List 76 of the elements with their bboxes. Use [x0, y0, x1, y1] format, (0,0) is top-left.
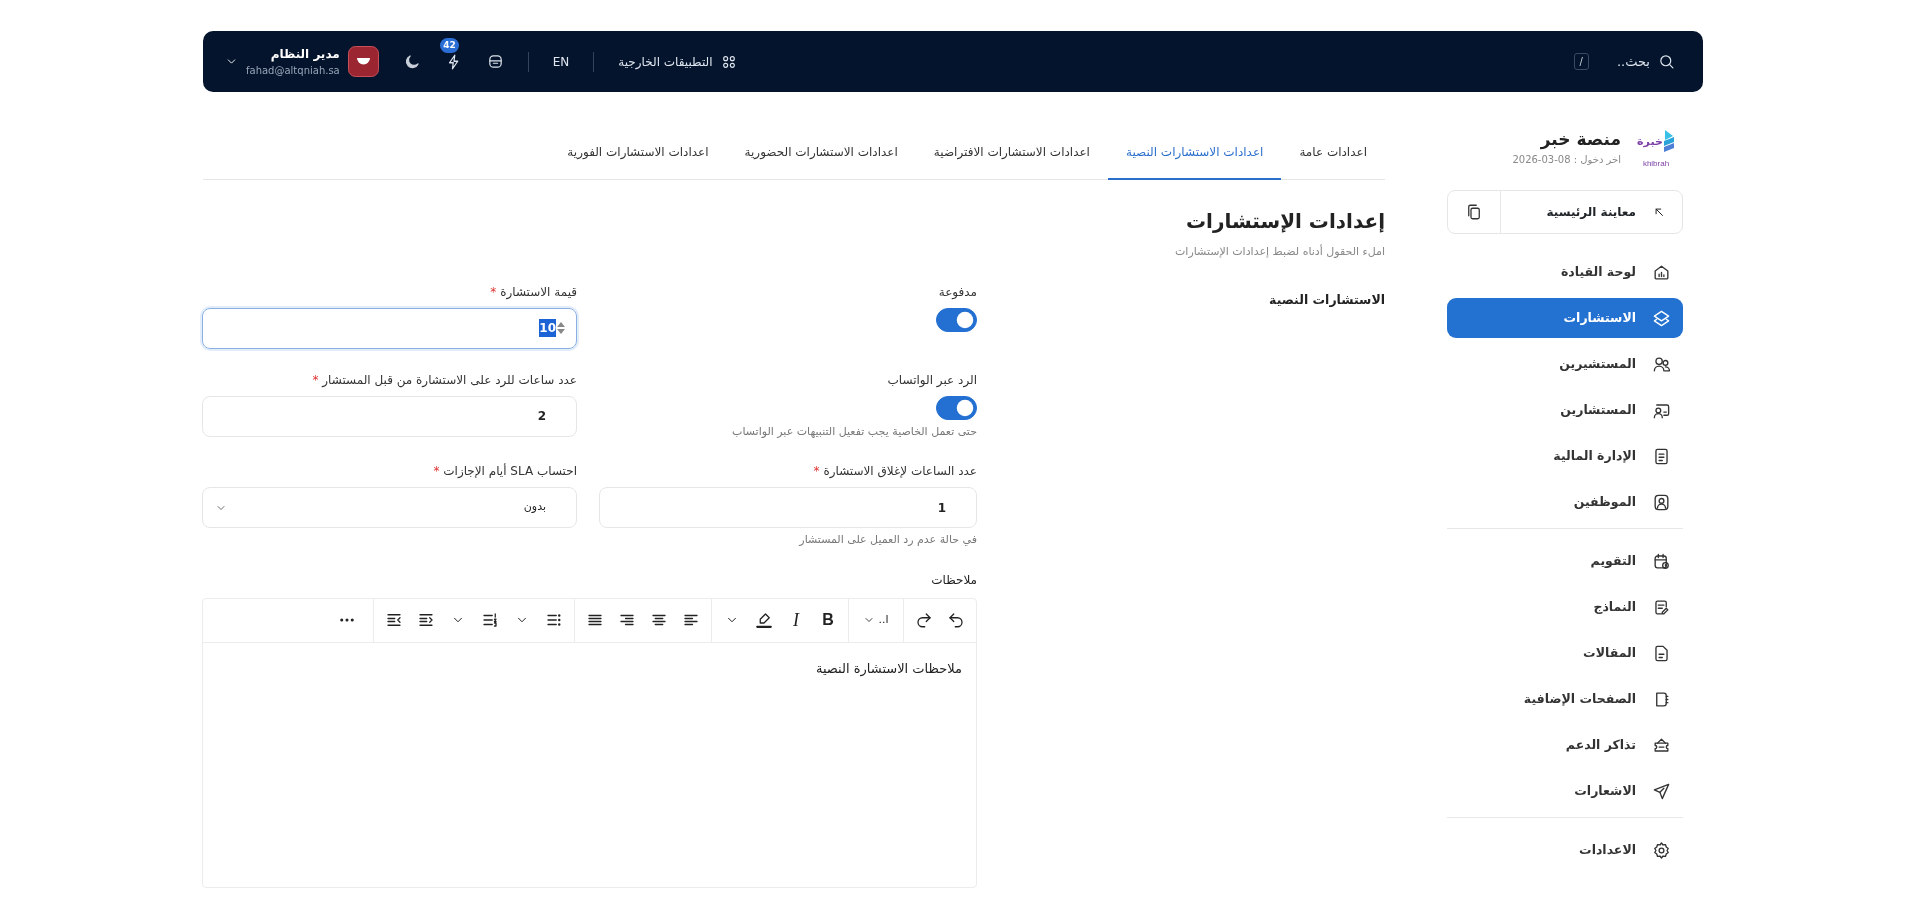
section-label: الاستشارات النصية [1268, 290, 1385, 309]
settings-tab[interactable]: اعدادات عامة [1281, 126, 1385, 180]
help-text: في حالة عدم رد العميل على المستشار [797, 532, 977, 548]
user-name: مدير النظام [269, 46, 340, 63]
editor-text: ملاحظات الاستشارة النصية [814, 659, 963, 679]
sidebar-item[interactable]: التقويم [1447, 541, 1683, 581]
sidebar-item[interactable]: الصفحات الإضافية [1447, 679, 1683, 719]
sidebar-item[interactable]: النماذج [1447, 587, 1683, 627]
sidebar-item[interactable]: الموظفين [1447, 482, 1683, 522]
sidebar-item[interactable]: الاشعارات [1447, 771, 1683, 811]
logo-caption: khibrah [1642, 160, 1670, 168]
spinner-icon[interactable] [556, 320, 566, 336]
sidebar-item[interactable]: الاستشارات [1447, 298, 1683, 338]
ticket-icon [1652, 735, 1671, 755]
form-edit-icon [1652, 597, 1671, 617]
layers-icon [1652, 308, 1671, 328]
notification-badge: 42 [440, 37, 459, 53]
last-login-text: اخر دخول : 08-03-2026 [1512, 153, 1621, 168]
field-label: الرد عبر الواتساب [886, 371, 977, 389]
user-badge-icon [1652, 492, 1671, 512]
toggle-switch[interactable] [936, 307, 977, 332]
shortcut-key: / [1573, 53, 1589, 70]
field-label: قيمة الاستشارة * [489, 283, 577, 301]
sidebar-item[interactable]: تذاكر الدعم [1447, 725, 1683, 765]
logo: خبرة [1637, 126, 1675, 160]
outdent-icon[interactable] [385, 611, 403, 629]
sidebar-item[interactable]: المستشيرين [1447, 344, 1683, 384]
field-label: احتساب SLA أيام الإجازات * [432, 462, 577, 480]
toggle-switch[interactable] [936, 395, 977, 420]
arrow-up-left-icon [1652, 205, 1666, 219]
help-text: حتى تعمل الخاصية يجب تفعيل التنبيهات عبر الواتساب [731, 423, 977, 440]
page-title: إعدادات الإستشارات [1185, 208, 1385, 235]
user-email: fahad@altqniah.sa [246, 64, 340, 78]
settings-icon [1652, 840, 1671, 860]
document-lines-icon [1652, 643, 1671, 663]
sidebar-item[interactable]: لوحة القيادة [1447, 252, 1683, 292]
input-field[interactable]: 1 [599, 487, 977, 528]
indent-icon[interactable] [417, 611, 435, 629]
italic-button[interactable]: I [780, 604, 812, 636]
database-icon[interactable] [486, 53, 504, 70]
calendar-clock-icon [1652, 551, 1671, 571]
redo-icon[interactable] [915, 611, 933, 629]
sidebar-item[interactable]: المقالات [1447, 633, 1683, 673]
external-apps-link[interactable]: التطبيقات الخارجية [618, 52, 737, 71]
field-label: ملاحظات [930, 571, 977, 589]
highlighter-icon[interactable] [755, 611, 773, 629]
house-chart-icon [1652, 262, 1671, 282]
page-subtitle: املء الحقول أدناه لضبط إعدادات الإستشارات [1174, 244, 1385, 260]
language-link[interactable]: EN [552, 52, 570, 71]
settings-tab[interactable]: اعدادات الاستشارات النصية [1107, 126, 1282, 180]
number-field[interactable]: 10 [202, 307, 577, 349]
search-field[interactable]: بحث.. [1616, 51, 1650, 72]
field-label: عدد ساعات للرد على الاستشارة من قبل المستشار * [311, 371, 577, 389]
settings-tab[interactable]: اعدادات الاستشارات الفورية [549, 126, 727, 180]
brand-name: منصة خبر [1539, 127, 1621, 152]
input-field[interactable]: 2 [202, 395, 577, 437]
search-icon[interactable] [1658, 53, 1675, 70]
field-label: مدفوعة [937, 283, 977, 301]
document-icon [1652, 446, 1671, 466]
sidebar-item[interactable]: الاعدادات [1447, 830, 1683, 870]
bullet-list-icon[interactable] [545, 611, 563, 629]
settings-tab[interactable]: اعدادات الاستشارات الافتراضية [915, 126, 1108, 180]
sidebar-item[interactable]: الإدارة المالية [1447, 436, 1683, 476]
send-icon [1652, 781, 1671, 801]
select-field[interactable]: بدون [202, 487, 577, 528]
bold-button[interactable]: B [812, 604, 844, 636]
copy-icon[interactable] [1465, 203, 1483, 221]
preview-home-link[interactable]: معاينة الرئيسية [1500, 191, 1682, 233]
sidebar-item[interactable]: المستشارين [1447, 390, 1683, 430]
avatar-icon[interactable] [347, 46, 379, 77]
undo-icon[interactable] [947, 611, 965, 629]
apps-grid-icon [720, 53, 737, 70]
field-label: عدد الساعات لإغلاق الاستشارة * [812, 463, 977, 480]
format-dropdown[interactable]: ا.. [853, 604, 899, 636]
settings-tab[interactable]: اعدادات الاستشارات الحضورية [726, 126, 916, 180]
numbered-list-icon[interactable] [481, 611, 499, 629]
